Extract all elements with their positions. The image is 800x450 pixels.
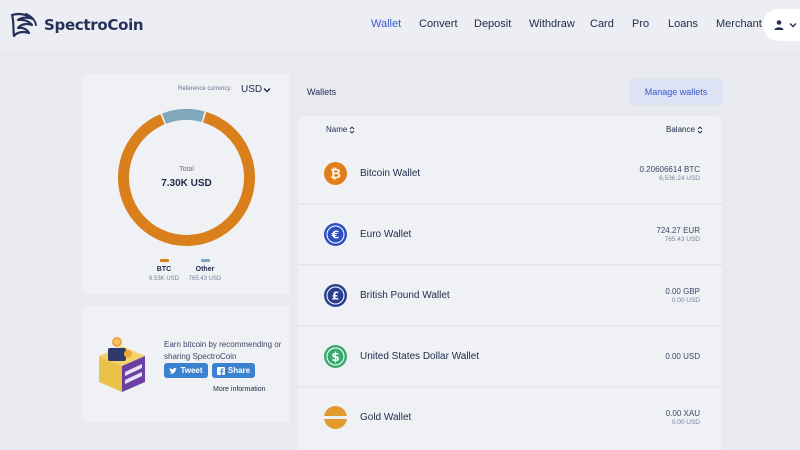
wallet-row-british-pound[interactable]: £ British Pound Wallet 0.00 GBP 0.00 USD <box>298 266 722 326</box>
wallet-balance: 0.00 XAU <box>665 409 700 418</box>
name-column-header[interactable]: Name <box>326 125 355 134</box>
wallet-balance-usd: 6,536.24 USD <box>659 175 700 182</box>
wallet-balance: 0.20606614 BTC <box>639 165 701 174</box>
sort-icon <box>697 125 703 134</box>
brand-logo[interactable]: SpectroCoin <box>9 11 144 39</box>
referral-illustration-icon <box>99 337 145 392</box>
nav-item-loans[interactable]: Loans <box>668 18 698 30</box>
pound-icon: £ <box>324 284 347 307</box>
wallet-balance: 724.27 EUR <box>656 226 700 235</box>
bitcoin-icon: ₿ <box>324 162 347 185</box>
nav-item-wallet[interactable]: Wallet <box>371 18 401 30</box>
chevron-down-icon <box>789 23 797 28</box>
wallet-name: Bitcoin Wallet <box>360 168 421 179</box>
legend-name: Other <box>195 266 215 273</box>
legend-swatch <box>200 259 210 262</box>
svg-text:$: $ <box>331 350 339 364</box>
total-value: 7.30K USD <box>161 178 212 189</box>
user-menu-button[interactable] <box>763 9 800 41</box>
wallet-name: British Pound Wallet <box>360 290 450 301</box>
promo-text: Earn bitcoin by recommending or sharing … <box>164 340 282 361</box>
legend-swatch <box>159 259 169 262</box>
wallet-row-us-dollar[interactable]: $ United States Dollar Wallet 0.00 USD <box>298 327 722 387</box>
share-label: Share <box>227 366 251 375</box>
wallets-table-header <box>298 116 722 144</box>
name-column-label: Name <box>326 125 348 134</box>
wallet-balance-usd: 765.43 USD <box>664 236 700 243</box>
sort-icon <box>350 125 355 134</box>
wallet-balance: 0.00 USD <box>665 352 700 361</box>
wallet-name: Gold Wallet <box>360 412 412 423</box>
total-label: Total <box>179 166 194 173</box>
wallet-balance: 0.00 GBP <box>665 287 700 296</box>
wallet-row-euro[interactable]: € Euro Wallet 724.27 EUR 765.43 USD <box>298 205 722 265</box>
nav-item-convert[interactable]: Convert <box>419 18 458 30</box>
brand-name: SpectroCoin <box>44 16 144 34</box>
donut-segment-other <box>161 109 205 124</box>
balance-column-header[interactable]: Balance <box>666 125 703 134</box>
nav-item-card[interactable]: Card <box>590 18 614 30</box>
balance-column-label: Balance <box>666 125 695 134</box>
wallet-balance-usd: 0.00 USD <box>671 419 700 426</box>
facebook-share-button[interactable]: Share <box>212 363 255 378</box>
svg-text:€: € <box>331 229 340 242</box>
twitter-icon <box>169 367 178 374</box>
tweet-label: Tweet <box>180 366 203 375</box>
euro-icon: € <box>324 223 347 246</box>
nav-item-merchant[interactable]: Merchant <box>716 18 762 30</box>
user-icon <box>774 20 784 30</box>
wallet-balance-usd: 0.00 USD <box>671 297 700 304</box>
wallet-row-bitcoin[interactable]: ₿ Bitcoin Wallet 0.20606614 BTC 6,536.24… <box>298 144 722 204</box>
nav-item-pro[interactable]: Pro <box>632 18 649 30</box>
wallet-name: Euro Wallet <box>360 229 412 240</box>
svg-text:£: £ <box>332 290 340 303</box>
more-information-link[interactable]: More information <box>213 386 266 393</box>
wallets-title: Wallets <box>307 87 337 97</box>
spectrocoin-logo-icon <box>10 12 37 38</box>
tweet-button[interactable]: Tweet <box>164 363 208 378</box>
dollar-icon: $ <box>324 345 347 368</box>
legend-value: 765.43 USD <box>188 276 222 282</box>
nav-item-deposit[interactable]: Deposit <box>474 18 511 30</box>
wallet-row-gold[interactable]: Gold Wallet 0.00 XAU 0.00 USD <box>298 388 722 450</box>
manage-wallets-button[interactable]: Manage wallets <box>629 79 723 105</box>
reference-currency-select[interactable]: USD <box>241 84 262 95</box>
reference-currency-label: Reference currency: <box>178 86 233 92</box>
wallet-name: United States Dollar Wallet <box>360 351 480 362</box>
svg-text:₿: ₿ <box>330 167 341 182</box>
gold-icon <box>324 406 347 429</box>
nav-item-withdraw[interactable]: Withdraw <box>529 18 575 30</box>
legend-item-other: Other 765.43 USD <box>180 259 230 282</box>
facebook-icon <box>216 366 225 375</box>
chevron-down-icon[interactable] <box>263 87 271 93</box>
top-navigation-bar: SpectroCoin Wallet Convert Deposit Withd… <box>0 0 800 50</box>
